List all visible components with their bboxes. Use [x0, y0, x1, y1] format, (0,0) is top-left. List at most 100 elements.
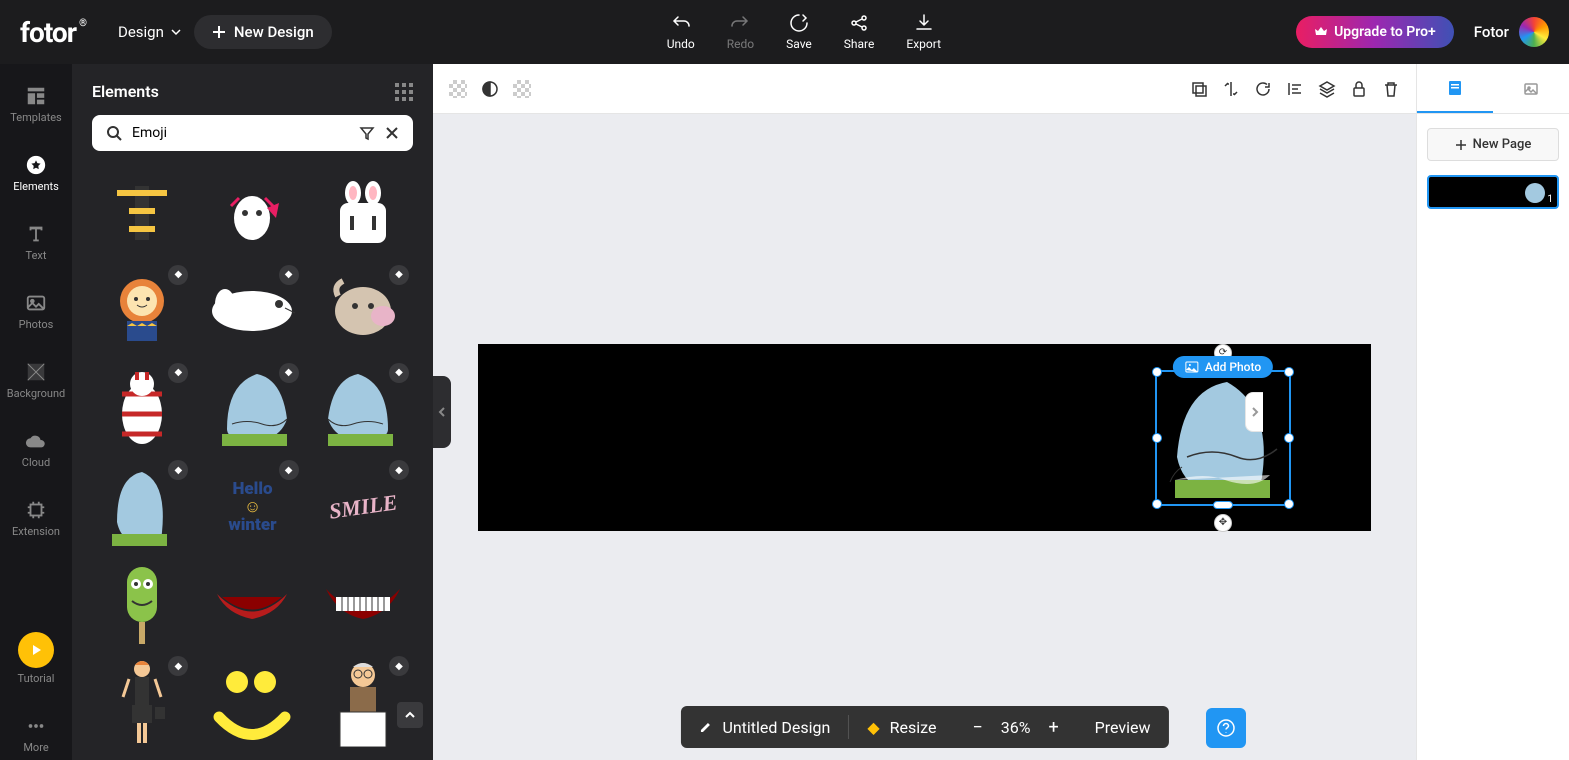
elements-icon [25, 154, 47, 176]
canvas-area: Add Photo ⟳ ✥ [433, 64, 1416, 760]
share-icon [849, 13, 869, 33]
edit-icon [698, 720, 712, 734]
share-button[interactable]: Share [844, 13, 875, 51]
element-item[interactable]: ◆SMILE [313, 456, 413, 556]
export-button[interactable]: Export [906, 13, 941, 51]
sidebar-item-tutorial[interactable]: Tutorial [0, 626, 72, 691]
search-icon [106, 125, 122, 141]
selected-element[interactable]: Add Photo ⟳ ✥ [1155, 370, 1291, 506]
sidebar-item-elements[interactable]: Elements [0, 148, 72, 199]
sidebar-label: More [23, 741, 48, 754]
new-design-button[interactable]: New Design [194, 15, 332, 49]
element-item[interactable]: ◆ [313, 261, 413, 361]
new-page-button[interactable]: New Page [1427, 128, 1559, 161]
add-photo-button[interactable]: Add Photo [1173, 356, 1273, 378]
search-box [92, 115, 413, 151]
design-menu[interactable]: Design [106, 15, 194, 49]
resize-handle[interactable] [1152, 367, 1162, 377]
sidebar-item-background[interactable]: Background [0, 355, 72, 406]
align-icon[interactable] [1286, 80, 1304, 98]
sidebar-item-text[interactable]: Text [0, 217, 72, 268]
sidebar-item-templates[interactable]: Templates [0, 79, 72, 130]
canvas-viewport[interactable]: Add Photo ⟳ ✥ [433, 114, 1416, 760]
resize-button[interactable]: ◆ Resize [849, 706, 954, 748]
resize-handle[interactable] [1213, 501, 1233, 509]
pages-tab[interactable] [1417, 64, 1493, 113]
save-button[interactable]: Save [786, 13, 812, 51]
sidebar: Templates Elements Text Photos Backgroun… [0, 64, 72, 760]
element-item[interactable] [202, 652, 302, 752]
adjust-icon[interactable] [481, 80, 499, 98]
preview-button[interactable]: Preview [1077, 706, 1169, 748]
sidebar-label: Templates [10, 111, 61, 124]
element-item[interactable] [313, 554, 413, 654]
user-menu[interactable]: Fotor [1474, 17, 1549, 47]
grid-view-icon[interactable] [395, 83, 413, 101]
copy-icon[interactable] [1190, 80, 1208, 98]
download-icon [914, 13, 934, 33]
elements-panel: Elements ◆ ◆ ◆ ◆ ◆ ◆ ◆ ◆Hello☺winter ◆SM… [72, 64, 433, 760]
design-title-section[interactable]: Untitled Design [680, 706, 848, 748]
chevron-down-icon [170, 26, 182, 38]
element-item[interactable]: ◆ [92, 261, 192, 361]
element-item[interactable] [92, 554, 192, 654]
upgrade-button[interactable]: Upgrade to Pro+ [1296, 16, 1454, 48]
undo-button[interactable]: Undo [667, 13, 695, 51]
element-item[interactable]: ◆ [202, 359, 302, 459]
filter-icon[interactable] [359, 125, 375, 141]
element-item[interactable]: ◆ [92, 359, 192, 459]
panel-collapse-button[interactable] [433, 376, 451, 448]
plus-icon [1455, 139, 1467, 151]
transparency-icon[interactable] [449, 80, 467, 98]
sidebar-item-cloud[interactable]: Cloud [0, 424, 72, 475]
sidebar-item-more[interactable]: More [0, 709, 72, 760]
new-page-label: New Page [1473, 137, 1532, 152]
resize-handle[interactable] [1284, 367, 1294, 377]
header: fotor® Design New Design Undo Redo Save … [0, 0, 1569, 64]
element-item[interactable] [202, 554, 302, 654]
design-title: Untitled Design [722, 718, 830, 737]
resize-handle[interactable] [1284, 499, 1294, 509]
element-item[interactable]: ◆ [313, 359, 413, 459]
undo-icon [671, 13, 691, 33]
element-item[interactable]: ◆ [202, 261, 302, 361]
resize-label: Resize [890, 718, 937, 737]
element-item[interactable]: ◆ [92, 652, 192, 752]
element-item[interactable]: ◆Hello☺winter [202, 456, 302, 556]
sidebar-label: Extension [12, 525, 60, 538]
premium-badge: ◆ [168, 656, 188, 676]
tutorial-icon [18, 632, 54, 668]
sidebar-item-photos[interactable]: Photos [0, 286, 72, 337]
canvas[interactable]: Add Photo ⟳ ✥ [478, 344, 1371, 531]
extension-icon [25, 499, 47, 521]
resize-handle[interactable] [1152, 433, 1162, 443]
right-panel-toggle[interactable] [1245, 392, 1263, 432]
element-item[interactable]: ◆ [92, 456, 192, 556]
sidebar-item-extension[interactable]: Extension [0, 493, 72, 544]
zoom-out-button[interactable]: − [972, 717, 982, 738]
logo[interactable]: fotor® [20, 16, 76, 49]
delete-icon[interactable] [1382, 80, 1400, 98]
help-button[interactable] [1206, 708, 1246, 748]
element-item[interactable] [202, 163, 302, 263]
page-thumbnail[interactable]: 1 [1427, 175, 1559, 209]
layers-icon[interactable] [1318, 80, 1336, 98]
move-handle[interactable]: ✥ [1214, 514, 1232, 532]
scroll-top-button[interactable] [397, 702, 423, 728]
photos-icon [25, 292, 47, 314]
zoom-in-button[interactable]: + [1048, 717, 1058, 738]
panel-title: Elements [92, 82, 159, 101]
element-item[interactable] [313, 163, 413, 263]
resize-handle[interactable] [1284, 433, 1294, 443]
search-input[interactable] [132, 125, 349, 141]
layers-tab[interactable] [1493, 64, 1569, 113]
checker-icon[interactable] [513, 80, 531, 98]
flip-icon[interactable] [1222, 80, 1240, 98]
clear-icon[interactable] [385, 126, 399, 140]
resize-handle[interactable] [1152, 499, 1162, 509]
rotate-icon[interactable] [1254, 80, 1272, 98]
canvas-toolbar [433, 64, 1416, 114]
element-item[interactable] [92, 163, 192, 263]
lock-icon[interactable] [1350, 80, 1368, 98]
redo-button[interactable]: Redo [727, 13, 754, 51]
